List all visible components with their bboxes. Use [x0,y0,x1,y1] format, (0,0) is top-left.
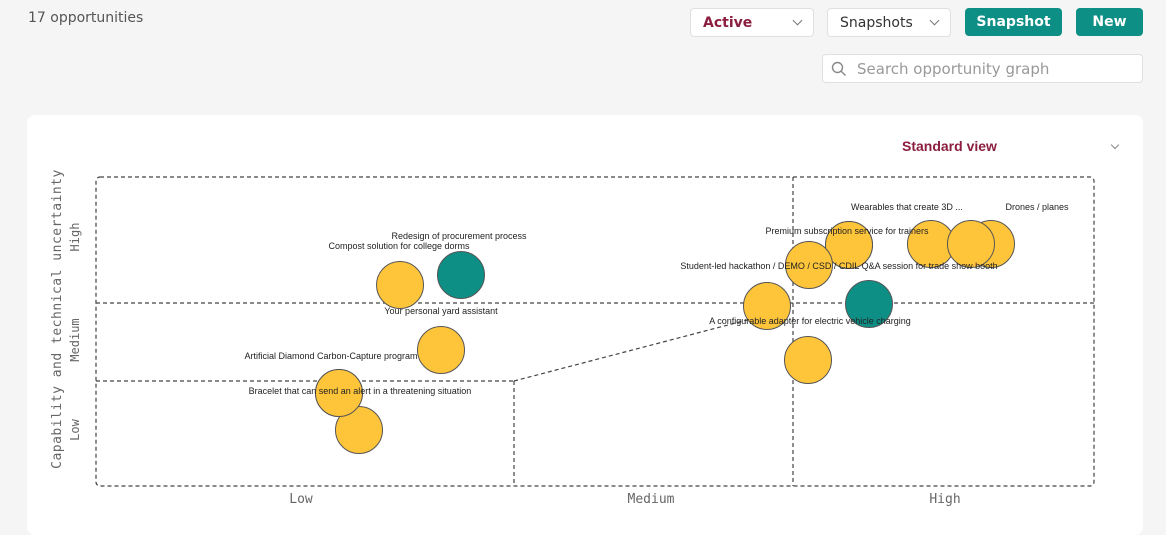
opportunity-bubble[interactable] [376,261,424,309]
bubble-label: Artificial Diamond Carbon-Capture progra… [244,351,417,361]
y-tick-label: High [68,223,82,252]
bubble-label: Redesign of procurement process [391,231,527,241]
x-tick-label: Low [289,492,313,507]
x-tick-label: High [929,492,960,507]
status-select[interactable]: Active [690,8,814,37]
bubble-label: Premium subscription service for trainer… [765,226,929,236]
search-box[interactable] [822,54,1143,83]
y-axis-title: Capability and technical uncertainty [50,169,65,469]
chevron-down-icon [929,15,940,26]
opportunity-count: 17 opportunities [28,10,144,26]
chevron-down-icon [792,15,803,26]
opportunity-graph[interactable]: Capability and technical uncertainty Low… [27,115,1143,516]
bubble-label: Drones / planes [1005,202,1069,212]
opportunity-bubble[interactable] [437,251,485,299]
graph-card: Standard view Capability and technical u… [27,115,1143,535]
opportunity-bubble[interactable] [417,326,465,374]
snapshots-select[interactable]: Snapshots [827,8,951,37]
snapshot-button[interactable]: Snapshot [965,8,1062,36]
zone-grid [95,176,1095,487]
x-tick-label: Medium [628,492,675,507]
snapshots-select-value: Snapshots [840,14,913,31]
bubble-label: Wearables that create 3D ... [851,202,963,212]
search-input[interactable] [857,59,1127,78]
bubble-layer: Redesign of procurement processCompost s… [244,202,1069,454]
opportunity-bubble[interactable] [784,336,832,384]
bubble-label: Bracelet that can send an alert in a thr… [249,386,472,396]
bubble-label: Your personal yard assistant [384,306,498,316]
bubble-label: Student-led hackathon / DEMO / CSD / CDI… [680,261,997,271]
status-select-value: Active [703,14,753,31]
bubble-label: A configurable adapter for electric vehi… [709,316,911,326]
new-button[interactable]: New [1076,8,1143,36]
bubble-label: Compost solution for college dorms [328,241,470,251]
y-tick-label: Medium [68,318,82,361]
y-tick-label: Low [68,418,82,440]
search-icon [831,61,846,76]
